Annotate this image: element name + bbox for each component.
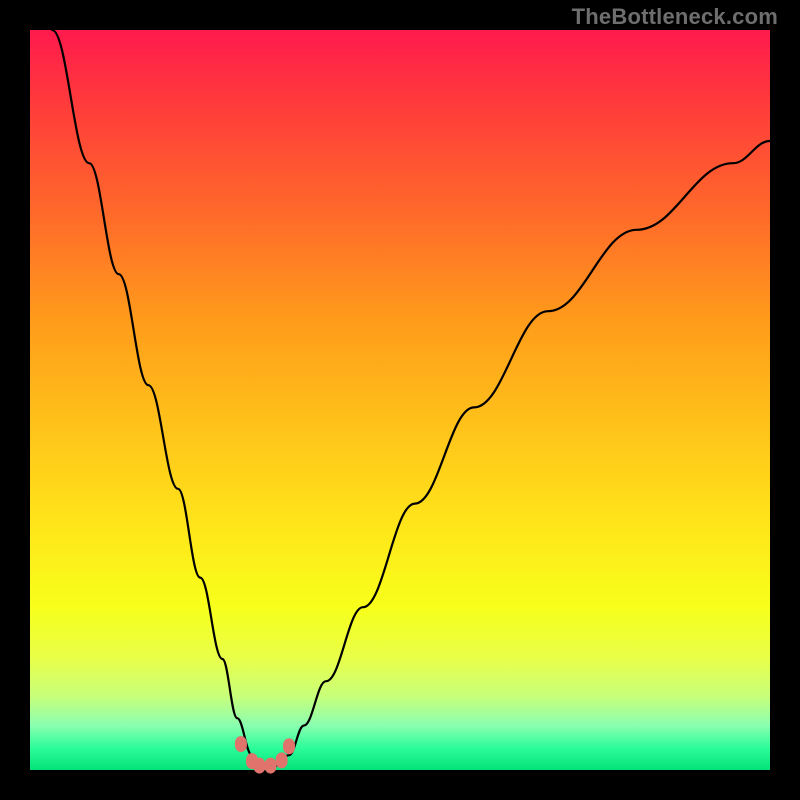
chart-frame: TheBottleneck.com: [0, 0, 800, 800]
curve-marker: [276, 752, 288, 768]
curve-marker: [253, 758, 265, 774]
curve-marker: [265, 758, 277, 774]
curve-markers: [235, 736, 295, 774]
bottleneck-curve: [52, 30, 770, 766]
watermark-text: TheBottleneck.com: [572, 4, 778, 30]
curve-marker: [235, 736, 247, 752]
chart-svg: [30, 30, 770, 770]
chart-plot-area: [30, 30, 770, 770]
curve-marker: [283, 738, 295, 754]
